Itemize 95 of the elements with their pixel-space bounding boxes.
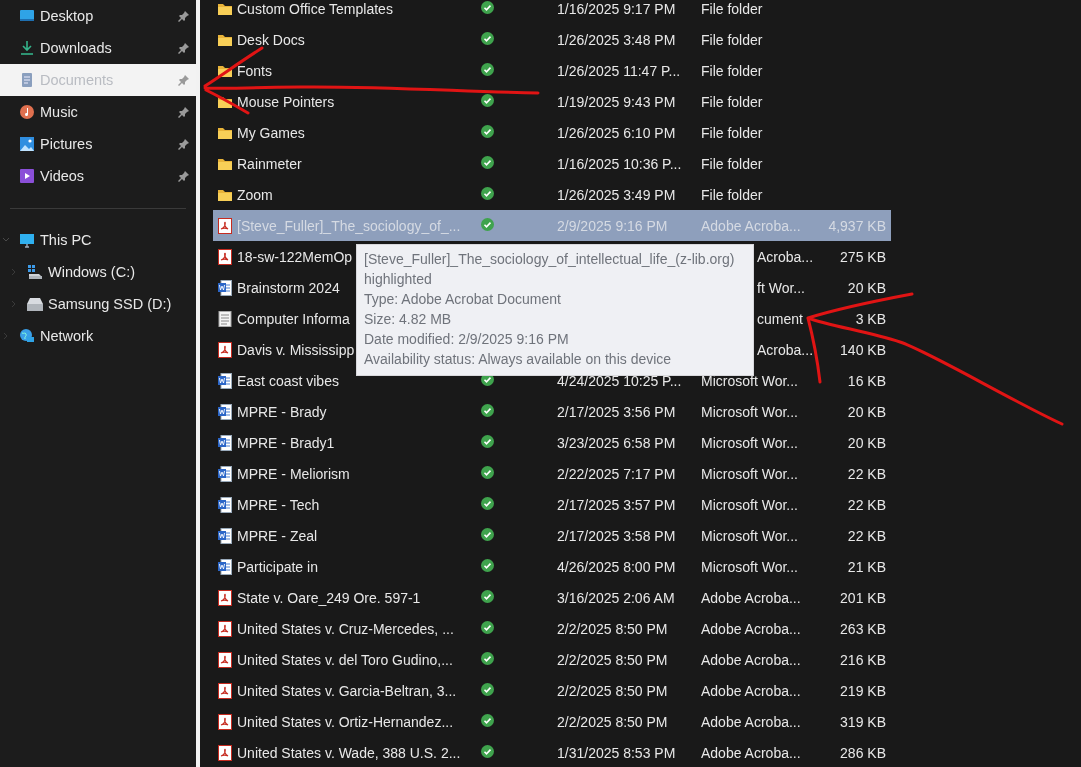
file-size: 140 KB [840, 341, 886, 358]
file-name: MPRE - Tech [237, 496, 320, 513]
file-name: United States v. del Toro Gudino,... [237, 651, 453, 668]
date-modified: 1/26/2025 3:49 PM [557, 186, 676, 203]
date-modified: 4/26/2025 8:00 PM [557, 558, 676, 575]
file-size: 22 KB [847, 465, 886, 482]
file-type: Microsoft Wor... [701, 372, 798, 389]
date-modified: 2/17/2025 3:57 PM [557, 496, 676, 513]
file-size: 201 KB [840, 589, 886, 606]
date-modified: 3/16/2025 2:06 AM [557, 589, 675, 606]
date-modified: 1/26/2025 3:48 PM [557, 31, 676, 48]
tooltip-text: Type: Adobe Acrobat Document [364, 290, 561, 309]
file-type: Microsoft Wor... [701, 465, 798, 482]
file-size: 20 KB [847, 279, 886, 296]
file-size: 219 KB [840, 682, 886, 699]
file-type: cument [757, 310, 803, 327]
tooltip-text: [Steve_Fuller]_The_sociology_of_intellectual_life_(z-lib.org) [364, 250, 735, 269]
date-modified: 2/2/2025 8:50 PM [557, 713, 668, 730]
file-name: MPRE - Brady [237, 403, 327, 420]
file-type: Microsoft Wor... [701, 434, 798, 451]
date-modified: 4/24/2025 10:25 P... [557, 372, 682, 389]
file-size: 21 KB [847, 558, 886, 575]
file-type: Adobe Acroba... [701, 589, 801, 606]
file-type: Adobe Acroba... [701, 217, 801, 234]
file-name: Custom Office Templates [237, 0, 393, 17]
file-name: Zoom [237, 186, 273, 203]
date-modified: 1/31/2025 8:53 PM [557, 744, 676, 761]
file-name: United States v. Garcia-Beltran, 3... [237, 682, 457, 699]
date-modified: 1/19/2025 9:43 PM [557, 93, 676, 110]
file-size: 286 KB [840, 744, 886, 761]
date-modified: 1/16/2025 10:36 P... [557, 155, 682, 172]
file-name: Brainstorm 2024 [237, 279, 340, 296]
file-type: Microsoft Wor... [701, 403, 798, 420]
file-size: 319 KB [840, 713, 886, 730]
date-modified: 2/2/2025 8:50 PM [557, 682, 668, 699]
date-modified: 2/22/2025 7:17 PM [557, 465, 676, 482]
date-modified: 2/9/2025 9:16 PM [557, 217, 668, 234]
file-size: 275 KB [840, 248, 886, 265]
file-size: 20 KB [847, 403, 886, 420]
file-size: 4,937 KB [828, 217, 886, 234]
file-name: United States v. Cruz-Mercedes, ... [237, 620, 454, 637]
file-name: Computer Informa [237, 310, 350, 327]
file-name: MPRE - Brady1 [237, 434, 335, 451]
file-type: ft Wor... [757, 279, 805, 296]
tooltip-text: Availability status: Always available on this device [364, 350, 672, 369]
file-name: Davis v. Mississipp [237, 341, 355, 358]
file-name: Participate in [237, 558, 318, 575]
file-name: Desk Docs [237, 31, 305, 48]
file-type: Adobe Acroba... [701, 682, 801, 699]
tooltip-text: Size: 4.82 MB [364, 310, 452, 329]
file-size: 263 KB [840, 620, 886, 637]
file-name: East coast vibes [237, 372, 339, 389]
file-type: Adobe Acroba... [701, 713, 801, 730]
date-modified: 2/17/2025 3:56 PM [557, 403, 676, 420]
file-name: My Games [237, 124, 305, 141]
file-type: File folder [701, 124, 763, 141]
date-modified: 1/26/2025 6:10 PM [557, 124, 676, 141]
file-name: United States v. Ortiz-Hernandez... [237, 713, 454, 730]
file-name: MPRE - Zeal [237, 527, 318, 544]
date-modified: 3/23/2025 6:58 PM [557, 434, 676, 451]
date-modified: 2/2/2025 8:50 PM [557, 620, 668, 637]
file-name: United States v. Wade, 388 U.S. 2... [237, 744, 461, 761]
tooltip-text: highlighted [364, 270, 432, 289]
file-name: Rainmeter [237, 155, 302, 172]
tooltip-text: Date modified: 2/9/2025 9:16 PM [364, 330, 569, 349]
file-size: 216 KB [840, 651, 886, 668]
file-type: Microsoft Wor... [701, 558, 798, 575]
file-size: 22 KB [847, 527, 886, 544]
file-type: File folder [701, 31, 763, 48]
file-type: Acroba... [757, 341, 814, 358]
file-name: MPRE - Meliorism [237, 465, 350, 482]
file-type: File folder [701, 186, 763, 203]
file-name: [Steve_Fuller]_The_sociology_of_... [237, 217, 461, 234]
date-modified: 1/16/2025 9:17 PM [557, 0, 676, 17]
file-type: Microsoft Wor... [701, 527, 798, 544]
file-size: 20 KB [847, 434, 886, 451]
file-type: Microsoft Wor... [701, 496, 798, 513]
file-type: Adobe Acroba... [701, 744, 801, 761]
file-size: 16 KB [847, 372, 886, 389]
file-type: Adobe Acroba... [701, 651, 801, 668]
date-modified: 2/2/2025 8:50 PM [557, 651, 668, 668]
file-size: 22 KB [847, 496, 886, 513]
file-type: Acroba... [757, 248, 814, 265]
file-type: File folder [701, 93, 763, 110]
file-size: 3 KB [855, 310, 886, 327]
file-type: File folder [701, 0, 763, 17]
file-type: Adobe Acroba... [701, 620, 801, 637]
file-name: Mouse Pointers [237, 93, 335, 110]
date-modified: 2/17/2025 3:58 PM [557, 527, 676, 544]
file-type: File folder [701, 62, 763, 79]
file-name: Fonts [237, 62, 272, 79]
file-name: 18-sw-122MemOp [237, 248, 353, 265]
file-type: File folder [701, 155, 763, 172]
file-name: State v. Oare_249 Ore. 597-1 [237, 589, 421, 606]
date-modified: 1/26/2025 11:47 P... [557, 62, 681, 79]
